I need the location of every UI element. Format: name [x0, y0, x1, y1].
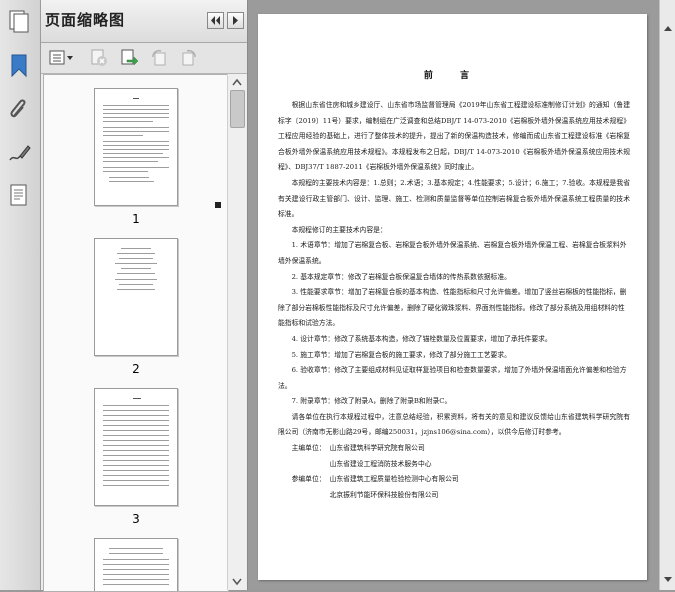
revision-item: 3. 性能要求章节：增加了岩棉复合板的基本构造、性能指标和尺寸允许偏差。增加了竖…: [278, 288, 627, 328]
page-title: 前 言: [423, 71, 482, 81]
rotate-left-icon: [152, 49, 166, 66]
revision-item: 4. 设计章节：修改了系统基本构造，修改了锚栓数量及位置要求，增加了承托件要求。: [291, 334, 552, 343]
pages-icon[interactable]: [6, 8, 32, 34]
document-layers-icon[interactable]: [6, 182, 32, 208]
editor-org: 山东省建设工程消防技术服务中心: [329, 459, 432, 468]
editor-row: 主编单位： 山东省建筑科学研究院有限公司: [278, 441, 630, 457]
thumbnail-scrollbar[interactable]: [227, 74, 246, 590]
revision-item: 2. 基本规定章节：修改了岩棉复合板保温复合墙体的传热系数依据标准。: [291, 272, 511, 281]
delete-page-icon: [91, 49, 107, 66]
options-menu-button[interactable]: [49, 48, 73, 68]
content-paragraph: 本规程的主要技术内容是：1.总则；2.术语；3.基本规定；4.性能要求；5.设计…: [278, 178, 630, 219]
revision-item: 1. 术语章节：增加了岩棉复合板、岩棉复合板外墙外保温系统、岩棉复合板外墙外保温…: [278, 241, 627, 265]
participant-row: 参编单位： 山东省建筑工程质量检验检测中心有限公司: [278, 472, 630, 488]
rotate-left-button[interactable]: [149, 48, 169, 68]
rotate-right-button[interactable]: [179, 48, 199, 68]
insert-page-button[interactable]: [119, 48, 139, 68]
revision-item: 5. 施工章节：增加了岩棉复合板的施工要求，修改了部分施工工艺要求。: [291, 350, 511, 359]
thumbnail-resize-handle[interactable]: [215, 202, 221, 208]
scroll-down-arrow-icon[interactable]: [228, 574, 246, 588]
participant-org: 北京振利节能环保科技股份有限公司: [329, 490, 439, 499]
feedback-paragraph: 请各单位在执行本规程过程中，注意总结经验，积累资料，将有关的意见和建议反馈给山东…: [278, 412, 630, 437]
doc-scroll-down-arrow-icon[interactable]: [660, 572, 675, 586]
list-options-icon: [49, 50, 73, 65]
revision-item: 7. 附录章节：修改了附录A，删除了附录B和附录C。: [291, 397, 452, 406]
rotate-right-icon: [182, 49, 196, 66]
collapse-panel-button[interactable]: [207, 12, 224, 29]
bookmark-icon[interactable]: [6, 52, 32, 78]
page-thumbnails-panel: 页面缩略图 1 2 3: [41, 0, 248, 592]
page-thumbnail-4[interactable]: [94, 538, 178, 591]
document-scroll-track[interactable]: [662, 38, 673, 558]
thumbnail-label-3: 3: [132, 512, 140, 526]
doc-scroll-up-arrow-icon[interactable]: [660, 22, 675, 36]
document-view: 前 言 根据山东省住房和城乡建设厅、山东省市场监督管理局《2019年山东省工程建…: [248, 0, 658, 590]
scroll-up-arrow-icon[interactable]: [228, 76, 246, 90]
navigation-rail: [0, 0, 41, 590]
panel-title: 页面缩略图: [45, 11, 126, 29]
page-thumbnail-3[interactable]: [94, 388, 178, 506]
double-chevron-left-icon: [211, 16, 220, 25]
revision-item: 6. 验收章节：修改了主要组成材料见证取样复验项目和检查数量要求，增加了外墙外保…: [278, 366, 627, 390]
insert-page-icon: [121, 49, 139, 66]
participant-label: 参编单位：: [291, 475, 326, 484]
pdf-viewer-window: 页面缩略图 1 2 3 前 言 根据山东省住房和城乡建设厅、山东省市场监督管理局…: [0, 0, 675, 592]
document-page: 前 言 根据山东省住房和城乡建设厅、山东省市场监督管理局《2019年山东省工程建…: [258, 14, 647, 580]
chevron-right-icon: [233, 16, 238, 25]
signature-pen-icon[interactable]: [6, 140, 32, 166]
document-scrollbar[interactable]: [659, 0, 675, 590]
editor-org: 山东省建筑科学研究院有限公司: [329, 444, 425, 453]
page-thumbnail-1[interactable]: [94, 88, 178, 206]
thumbnail-toolbar: [41, 43, 247, 74]
thumbnail-list: 1 2 3: [43, 74, 229, 592]
document-body: 根据山东省住房和城乡建设厅、山东省市场监督管理局《2019年山东省工程建设标准制…: [278, 98, 630, 503]
participant-org: 山东省建筑工程质量检验检测中心有限公司: [329, 475, 459, 484]
thumbnail-scrollbar-thumb[interactable]: [230, 90, 245, 128]
panel-header: 页面缩略图: [41, 0, 247, 43]
intro-paragraph: 根据山东省住房和城乡建设厅、山东省市场监督管理局《2019年山东省工程建设标准制…: [278, 101, 630, 172]
thumbnail-label-2: 2: [132, 362, 140, 376]
thumbnail-label-1: 1: [132, 212, 140, 226]
page-thumbnail-2[interactable]: [94, 238, 178, 356]
delete-page-button[interactable]: [89, 48, 109, 68]
attachment-paperclip-icon[interactable]: [6, 96, 32, 122]
expand-panel-button[interactable]: [227, 12, 244, 29]
revision-intro: 本规程修订的主要技术内容是：: [291, 225, 387, 234]
editor-label: 主编单位：: [291, 444, 326, 453]
